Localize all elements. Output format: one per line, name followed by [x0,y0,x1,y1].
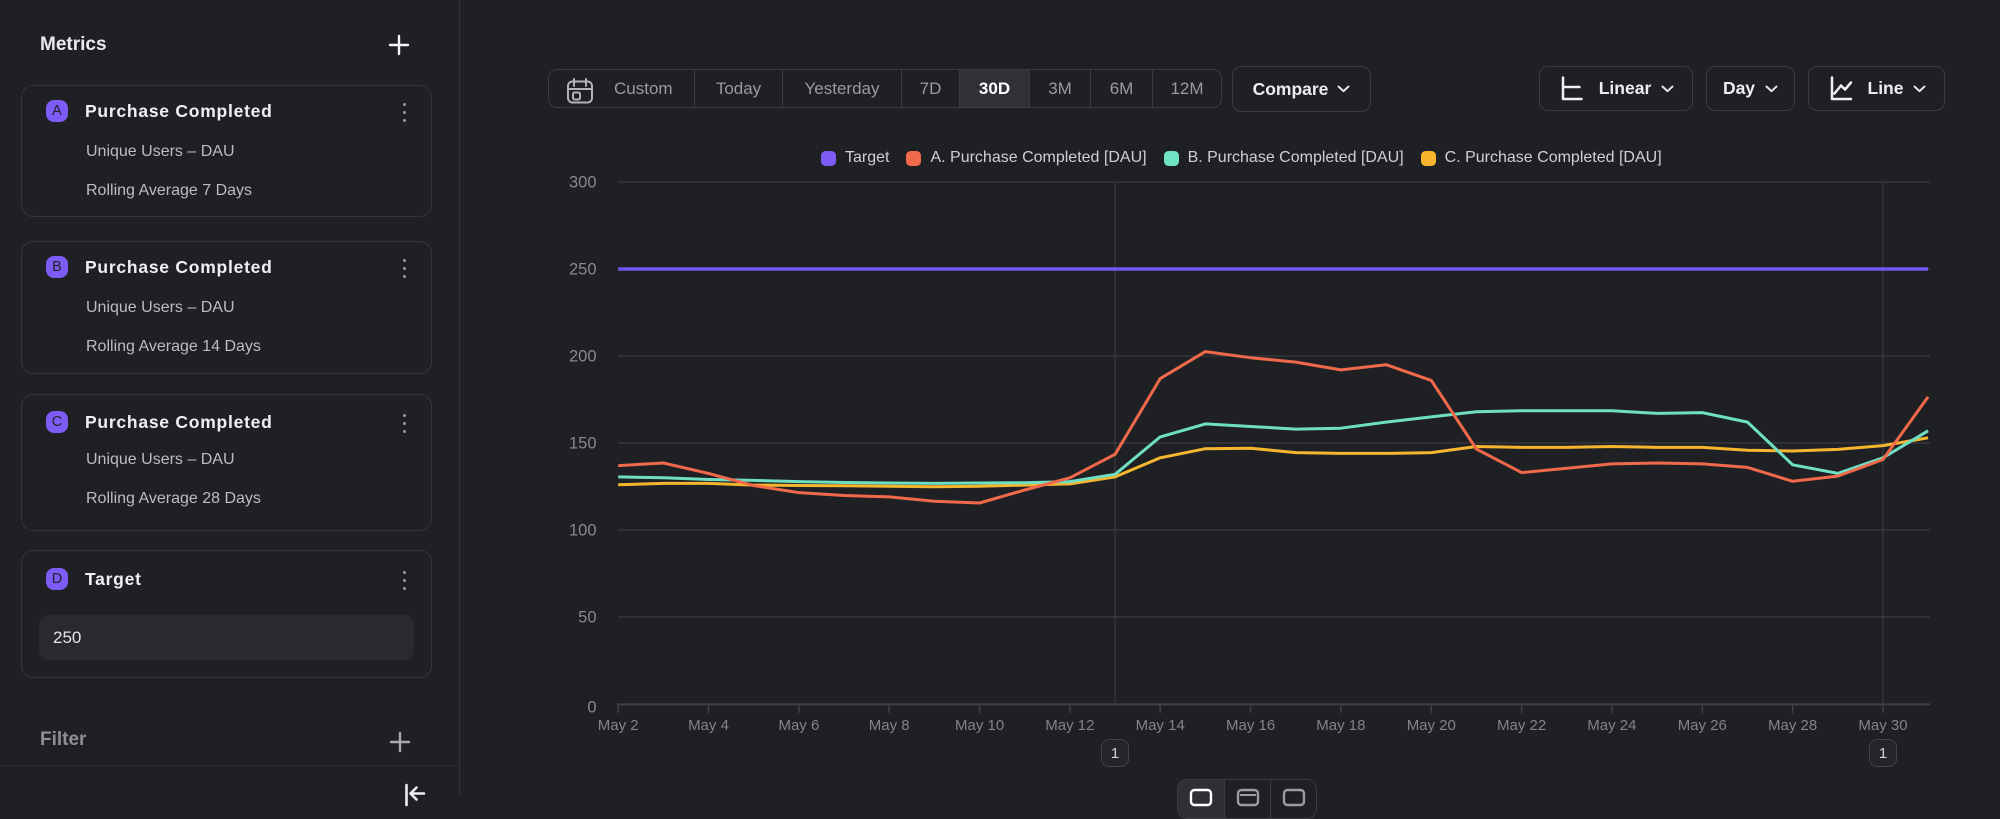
svg-text:May 4: May 4 [688,717,729,734]
svg-text:May 8: May 8 [869,717,910,734]
svg-text:May 30: May 30 [1858,717,1907,734]
svg-text:May 20: May 20 [1407,717,1456,734]
svg-text:250: 250 [569,261,597,279]
svg-text:May 24: May 24 [1587,717,1636,734]
svg-text:May 14: May 14 [1136,717,1185,734]
svg-text:May 28: May 28 [1768,717,1817,734]
svg-text:May 22: May 22 [1497,717,1546,734]
svg-text:150: 150 [569,435,597,453]
svg-text:May 6: May 6 [778,717,819,734]
svg-text:May 12: May 12 [1045,717,1094,734]
svg-text:May 10: May 10 [955,717,1004,734]
svg-text:50: 50 [578,609,596,627]
svg-text:200: 200 [569,348,597,366]
svg-text:May 2: May 2 [598,717,639,734]
svg-text:May 16: May 16 [1226,717,1275,734]
svg-text:May 18: May 18 [1316,717,1365,734]
svg-text:May 26: May 26 [1678,717,1727,734]
svg-text:0: 0 [587,699,596,717]
svg-text:300: 300 [569,174,597,192]
svg-text:100: 100 [569,522,597,540]
